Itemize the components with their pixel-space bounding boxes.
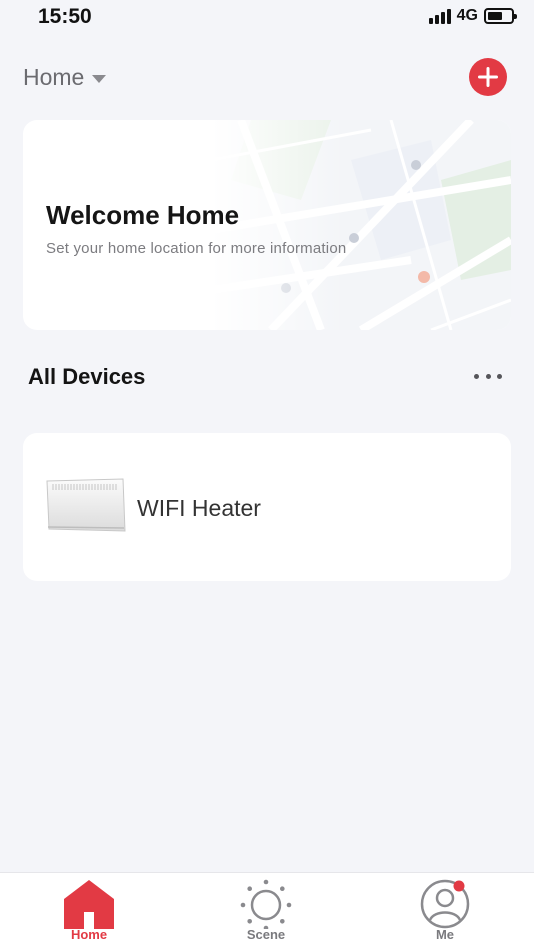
status-bar: 15:50 4G xyxy=(0,0,534,34)
tab-scene-label: Scene xyxy=(246,927,286,942)
home-selector[interactable]: Home xyxy=(23,64,107,91)
more-dots-icon[interactable] xyxy=(470,366,506,386)
caret-down-icon xyxy=(92,74,107,83)
tab-home-label: Home xyxy=(70,927,108,942)
notification-badge xyxy=(453,880,465,892)
battery-icon xyxy=(484,8,517,24)
tab-me-label: Me xyxy=(435,927,455,942)
network-type: 4G xyxy=(456,7,478,24)
device-card-wifi-heater[interactable]: WIFI Heater xyxy=(23,433,511,581)
plus-icon xyxy=(478,67,498,87)
dot xyxy=(497,373,502,379)
status-time: 15:50 xyxy=(38,5,92,28)
tab-me[interactable]: Me xyxy=(395,873,495,950)
profile-icon xyxy=(420,879,470,929)
dot xyxy=(474,373,479,379)
tab-bar: Home Scene Me xyxy=(0,872,534,950)
sun-icon xyxy=(240,879,292,929)
map-background xyxy=(211,120,511,330)
device-name: WIFI Heater xyxy=(137,495,261,521)
signal-icon xyxy=(428,8,451,24)
battery-fill xyxy=(488,12,503,20)
dot xyxy=(485,373,491,379)
add-button[interactable] xyxy=(469,58,507,96)
welcome-title: Welcome Home xyxy=(46,200,240,230)
all-devices-title: All Devices xyxy=(28,364,146,389)
home-icon xyxy=(64,880,114,929)
tab-scene[interactable]: Scene xyxy=(216,873,316,950)
home-selector-label: Home xyxy=(23,64,85,90)
tab-home[interactable]: Home xyxy=(39,873,139,950)
welcome-subtitle: Set your home location for more informat… xyxy=(46,240,347,257)
welcome-card[interactable]: Welcome Home Set your home location for … xyxy=(23,120,511,330)
status-indicators: 4G xyxy=(428,7,517,25)
panel-heater-image xyxy=(46,478,126,532)
